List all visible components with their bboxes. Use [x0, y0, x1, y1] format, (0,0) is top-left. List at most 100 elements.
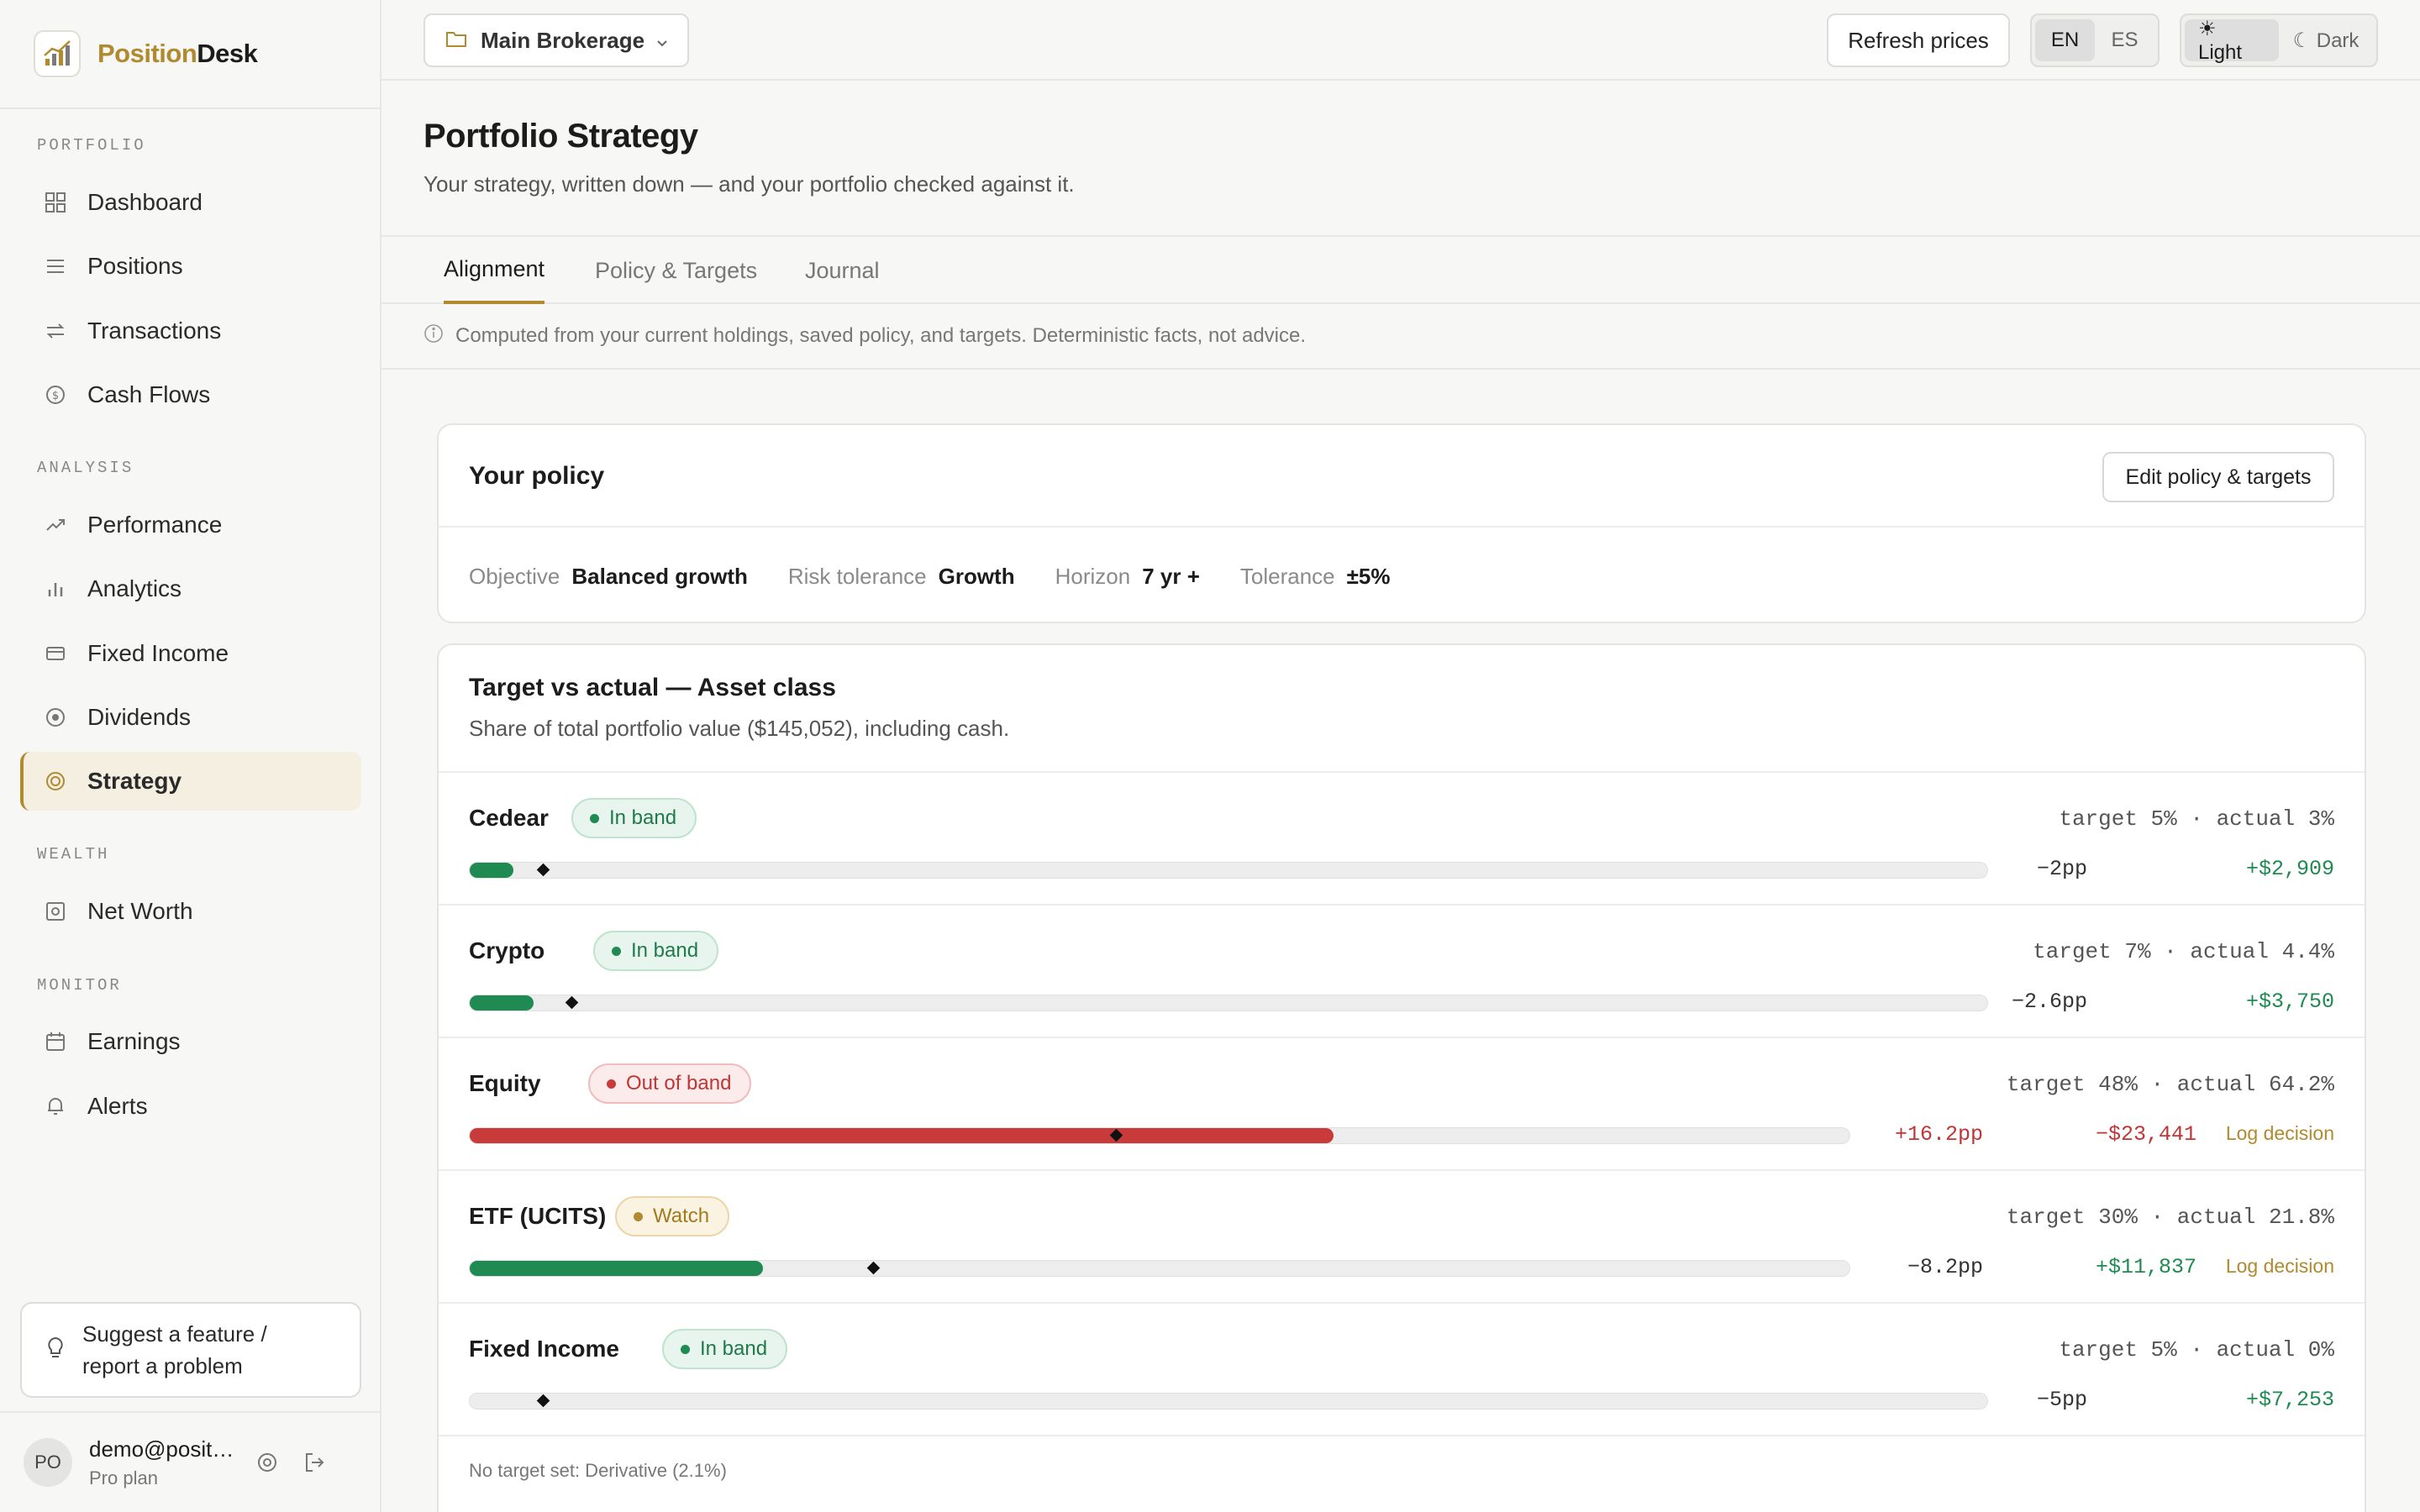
tab-journal[interactable]: Journal [805, 237, 880, 304]
policy-risk-value: Growth [938, 563, 1015, 589]
tab-policy-targets[interactable]: Policy & Targets [595, 237, 757, 304]
target-marker [566, 995, 579, 1010]
sidebar: PositionDesk PORTFOLIO Dashboard Positio… [0, 0, 381, 1512]
sidebar-item-transactions[interactable]: Transactions [20, 302, 361, 360]
sidebar-item-net-worth[interactable]: Net Worth [20, 882, 361, 941]
allocation-delta: −2.6pp [2011, 990, 2087, 1014]
policy-tolerance-value: ±5% [1346, 563, 1391, 589]
allocation-delta: −8.2pp [1907, 1255, 1983, 1279]
policy-risk-label: Risk tolerance [787, 563, 927, 589]
card-icon [44, 642, 67, 665]
nav-section-portfolio: PORTFOLIO [37, 136, 146, 155]
sidebar-item-cash-flows[interactable]: $ Cash Flows [20, 365, 361, 424]
info-note: Computed from your current holdings, sav… [381, 304, 2420, 370]
sidebar-item-fixed-income[interactable]: Fixed Income [20, 624, 361, 683]
sidebar-item-positions[interactable]: Positions [20, 237, 361, 296]
grid-icon [44, 191, 67, 214]
allocation-row: ETF (UCITS) Watch target 30% · actual 21.8… [439, 1169, 2365, 1302]
allocation-bar-fill [470, 863, 514, 878]
allocation-bar-fill [470, 1261, 764, 1276]
sidebar-item-dividends[interactable]: Dividends [20, 688, 361, 747]
sidebar-item-strategy[interactable]: Strategy [20, 752, 361, 811]
page-subtitle: Your strategy, written down — and your p… [424, 171, 1075, 197]
info-icon [424, 323, 444, 349]
allocation-row-summary: target 30% · actual 21.8% [2006, 1205, 2334, 1230]
status-dot-icon [607, 1079, 616, 1089]
settings-icon [258, 1453, 276, 1472]
lang-es-option[interactable]: ES [2095, 19, 2154, 61]
lang-en-option[interactable]: EN [2035, 19, 2095, 61]
sidebar-item-label: Net Worth [87, 898, 193, 924]
status-badge-label: In band [609, 806, 677, 829]
status-badge: Watch [615, 1196, 730, 1236]
bell-icon [44, 1095, 67, 1118]
sidebar-item-label: Earnings [87, 1028, 181, 1054]
user-email: demo@positiondesk.app [89, 1436, 237, 1462]
sidebar-item-analytics[interactable]: Analytics [20, 559, 361, 618]
log-decision-link[interactable]: Log decision [2226, 1255, 2334, 1278]
refresh-prices-button[interactable]: Refresh prices [1827, 13, 2010, 67]
sidebar-item-alerts[interactable]: Alerts [20, 1077, 361, 1136]
allocation-bar-fill [470, 1128, 1334, 1143]
brand-name: PositionDesk [97, 39, 258, 69]
allocation-subtitle: Share of total portfolio value ($145,052… [469, 716, 1010, 741]
allocation-amount: +$3,750 [2245, 990, 2334, 1014]
sidebar-item-label: Analytics [87, 575, 182, 601]
allocation-bar-track [469, 1260, 1850, 1277]
sidebar-item-label: Positions [87, 253, 183, 279]
policy-title: Your policy [469, 462, 605, 490]
suggest-feature-button[interactable]: Suggest a feature / report a problem [20, 1302, 361, 1398]
target-marker [536, 1394, 550, 1408]
nav-section-monitor: MONITOR [37, 976, 122, 995]
theme-light-option[interactable]: ☀ Light [2185, 18, 2279, 64]
status-badge: Out of band [588, 1063, 752, 1104]
tab-alignment[interactable]: Alignment [444, 237, 545, 304]
sidebar-item-dashboard[interactable]: Dashboard [20, 173, 361, 232]
allocation-row: Fixed Income In band target 5% · actual 0%… [439, 1302, 2365, 1435]
account-selector[interactable]: Main Brokerage [424, 13, 689, 67]
status-badge-label: In band [700, 1337, 768, 1360]
log-decision-link[interactable]: Log decision [2226, 1122, 2334, 1145]
user-plan: Pro plan [89, 1467, 158, 1488]
status-dot-icon [590, 813, 599, 823]
edit-policy-button[interactable]: Edit policy & targets [2102, 452, 2334, 502]
allocation-row-summary: target 5% · actual 0% [2059, 1337, 2334, 1362]
brand[interactable]: PositionDesk [0, 0, 380, 109]
info-note-text: Computed from your current holdings, sav… [455, 324, 1307, 347]
status-badge-label: In band [631, 939, 699, 962]
tabs: Alignment Policy & Targets Journal [381, 235, 2420, 304]
policy-card: Your policy Edit policy & targets Object… [437, 423, 2366, 623]
page-title: Portfolio Strategy [424, 118, 698, 155]
sidebar-item-earnings[interactable]: Earnings [20, 1012, 361, 1071]
folder-icon [445, 28, 467, 54]
policy-horizon-label: Horizon [1055, 563, 1131, 589]
settings-button[interactable] [250, 1446, 284, 1479]
nav-section-analysis: ANALYSIS [37, 459, 134, 477]
policy-objective-value: Balanced growth [571, 563, 748, 589]
sidebar-item-label: Transactions [87, 318, 222, 344]
dot-circle-icon [44, 706, 67, 729]
nav-section-wealth: WEALTH [37, 845, 110, 864]
allocation-bar-track [469, 862, 1988, 879]
status-badge: In band [571, 798, 697, 838]
allocation-title: Target vs actual — Asset class [469, 674, 836, 701]
allocation-bar-track [469, 995, 1988, 1011]
allocation-card: Target vs actual — Asset class Share of … [437, 643, 2366, 1512]
allocation-amount: +$7,253 [2245, 1388, 2334, 1412]
arrows-icon [44, 319, 67, 343]
logout-button[interactable] [297, 1446, 331, 1479]
allocation-delta: −2pp [2036, 857, 2087, 881]
trend-up-icon [44, 513, 67, 537]
policy-tolerance-label: Tolerance [1239, 563, 1335, 589]
sidebar-item-performance[interactable]: Performance [20, 496, 361, 554]
theme-toggle: ☀ Light ☾ Dark [2180, 13, 2378, 67]
avatar[interactable]: PO [24, 1438, 72, 1487]
dollar-circle-icon: $ [44, 383, 67, 407]
allocation-row-name: Crypto [469, 937, 545, 963]
status-badge-label: Out of band [626, 1072, 732, 1095]
no-target-note: No target set: Derivative (2.1%) [439, 1435, 2365, 1505]
logout-icon [306, 1453, 324, 1472]
allocation-row-summary: target 7% · actual 4.4% [2033, 939, 2334, 964]
allocation-bar-track [469, 1393, 1988, 1410]
theme-dark-option[interactable]: ☾ Dark [2279, 19, 2373, 61]
